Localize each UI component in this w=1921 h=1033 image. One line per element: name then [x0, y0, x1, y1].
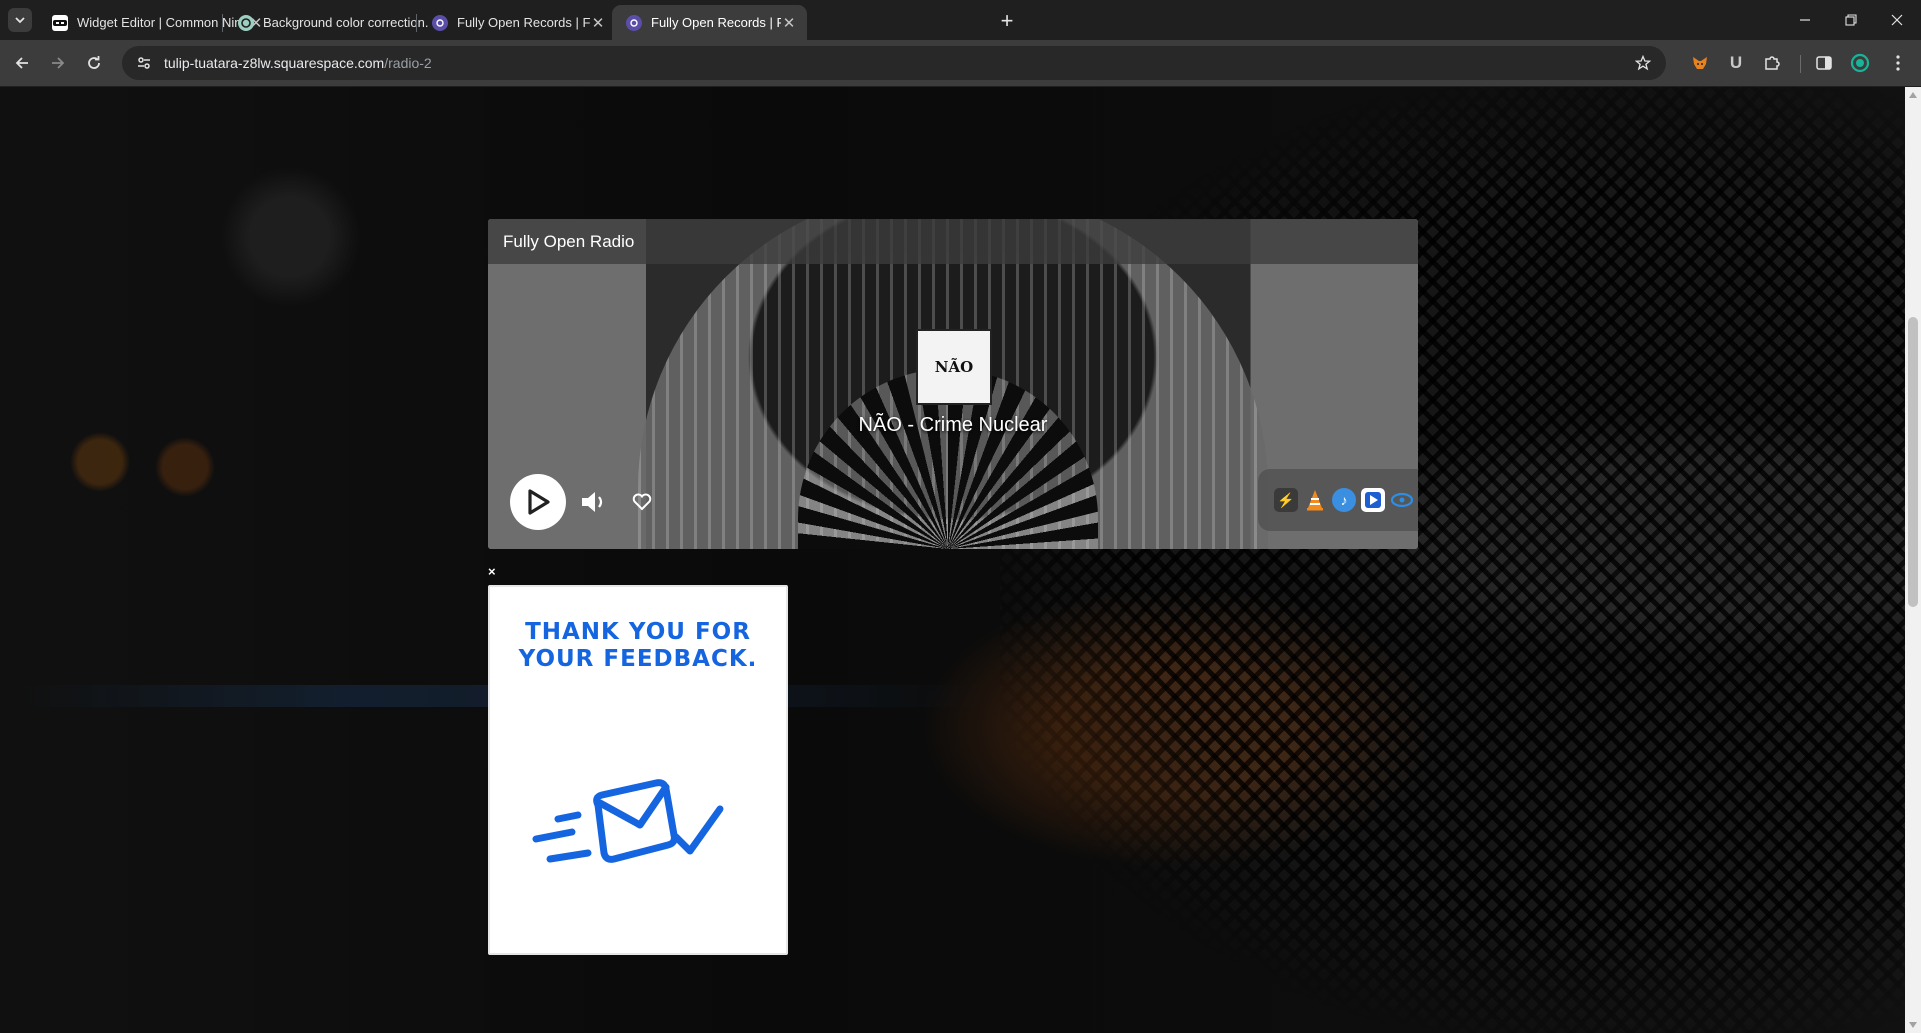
- back-button[interactable]: [8, 49, 36, 77]
- play-icon: [528, 489, 550, 515]
- sent-envelope-icon: [532, 779, 724, 863]
- profile-avatar-icon[interactable]: [1848, 51, 1872, 75]
- album-cover: NÃO: [916, 329, 992, 405]
- winamp-icon[interactable]: ⚡: [1274, 488, 1298, 512]
- feedback-message: THANK YOU FOR YOUR FEEDBACK.: [518, 619, 758, 672]
- extensions-puzzle-icon[interactable]: [1760, 51, 1784, 75]
- station-name: Fully Open Radio: [503, 231, 635, 251]
- minimize-icon: [1800, 19, 1810, 21]
- squarespace-icon: [626, 14, 642, 31]
- squarespace-icon: [432, 14, 448, 31]
- url-host: tulip-tuatara-z8lw.squarespace.com: [164, 55, 385, 71]
- restore-icon: [1845, 14, 1857, 26]
- tab-title: Background color correction.: [263, 15, 429, 30]
- tab-separator: [416, 14, 417, 32]
- cover-text: NÃO: [934, 358, 974, 376]
- common-ninja-icon: [52, 14, 68, 31]
- browser-toolbar: tulip-tuatara-z8lw.squarespace.com/radio…: [0, 40, 1921, 87]
- url-text: tulip-tuatara-z8lw.squarespace.com/radio…: [164, 55, 432, 71]
- address-bar[interactable]: tulip-tuatara-z8lw.squarespace.com/radio…: [122, 46, 1666, 80]
- reload-icon: [88, 56, 100, 69]
- new-tab-button[interactable]: +: [994, 8, 1020, 34]
- plus-icon: +: [1000, 8, 1014, 33]
- u-extension-icon[interactable]: U: [1724, 51, 1748, 75]
- tab-fully-open-records-active[interactable]: Fully Open Records | Fully Open ✕: [612, 5, 807, 40]
- player-header: Fully Open Radio: [488, 219, 1418, 264]
- reload-button[interactable]: [80, 49, 108, 77]
- scroll-down-arrow-icon[interactable]: [1905, 1017, 1921, 1033]
- scroll-thumb[interactable]: [1908, 317, 1918, 607]
- tab-search-button[interactable]: [8, 8, 32, 32]
- heart-icon: [632, 493, 652, 511]
- restore-button[interactable]: [1828, 6, 1874, 34]
- open-in-player-bar: ⚡ ♪: [1258, 469, 1418, 531]
- close-icon[interactable]: ✕: [781, 14, 797, 32]
- tab-title: Fully Open Records | Fully Open: [457, 15, 590, 30]
- tab-strip: Widget Editor | Common Ninja ✕ Backgroun…: [0, 0, 1921, 40]
- close-window-button[interactable]: [1874, 6, 1920, 34]
- metamask-fox-icon[interactable]: [1688, 51, 1712, 75]
- tab-separator: [222, 14, 223, 32]
- itunes-icon[interactable]: ♪: [1332, 488, 1356, 512]
- minimize-button[interactable]: [1782, 6, 1828, 34]
- tab-title: Fully Open Records | Fully Open: [651, 15, 781, 30]
- favorite-button[interactable]: [626, 486, 658, 518]
- page-scrollbar[interactable]: [1905, 87, 1921, 1033]
- chatgpt-icon: [238, 14, 254, 31]
- arrow-right-icon: [52, 57, 65, 69]
- chrome-menu-icon[interactable]: [1886, 51, 1910, 75]
- arrow-left-icon: [15, 57, 28, 69]
- side-panel-icon[interactable]: [1812, 51, 1836, 75]
- forward-button[interactable]: [44, 49, 72, 77]
- tab-fully-open-records[interactable]: Fully Open Records | Fully Open ✕: [418, 5, 616, 40]
- bookmark-star-icon[interactable]: [1632, 52, 1654, 74]
- track-title: NÃO - Crime Nuclear: [858, 414, 1048, 436]
- toolbar-divider: [1800, 55, 1801, 73]
- scroll-up-arrow-icon[interactable]: [1905, 87, 1921, 103]
- close-icon[interactable]: ✕: [590, 14, 606, 32]
- site-info-icon[interactable]: [132, 51, 156, 75]
- windows-media-player-icon[interactable]: [1361, 488, 1385, 512]
- speaker-icon: [582, 492, 603, 512]
- volume-button[interactable]: [576, 484, 612, 520]
- feedback-card: THANK YOU FOR YOUR FEEDBACK.: [488, 585, 788, 955]
- close-icon: [1891, 14, 1903, 26]
- play-button[interactable]: [510, 474, 566, 530]
- vlc-icon[interactable]: [1303, 488, 1327, 512]
- chevron-down-icon: [15, 17, 25, 24]
- url-path: /radio-2: [384, 55, 432, 71]
- feedback-close-button[interactable]: ×: [488, 565, 502, 579]
- radio-player: Fully Open Radio NÃO NÃO - Crime Nuclear…: [488, 219, 1418, 549]
- realplayer-icon[interactable]: [1390, 488, 1414, 512]
